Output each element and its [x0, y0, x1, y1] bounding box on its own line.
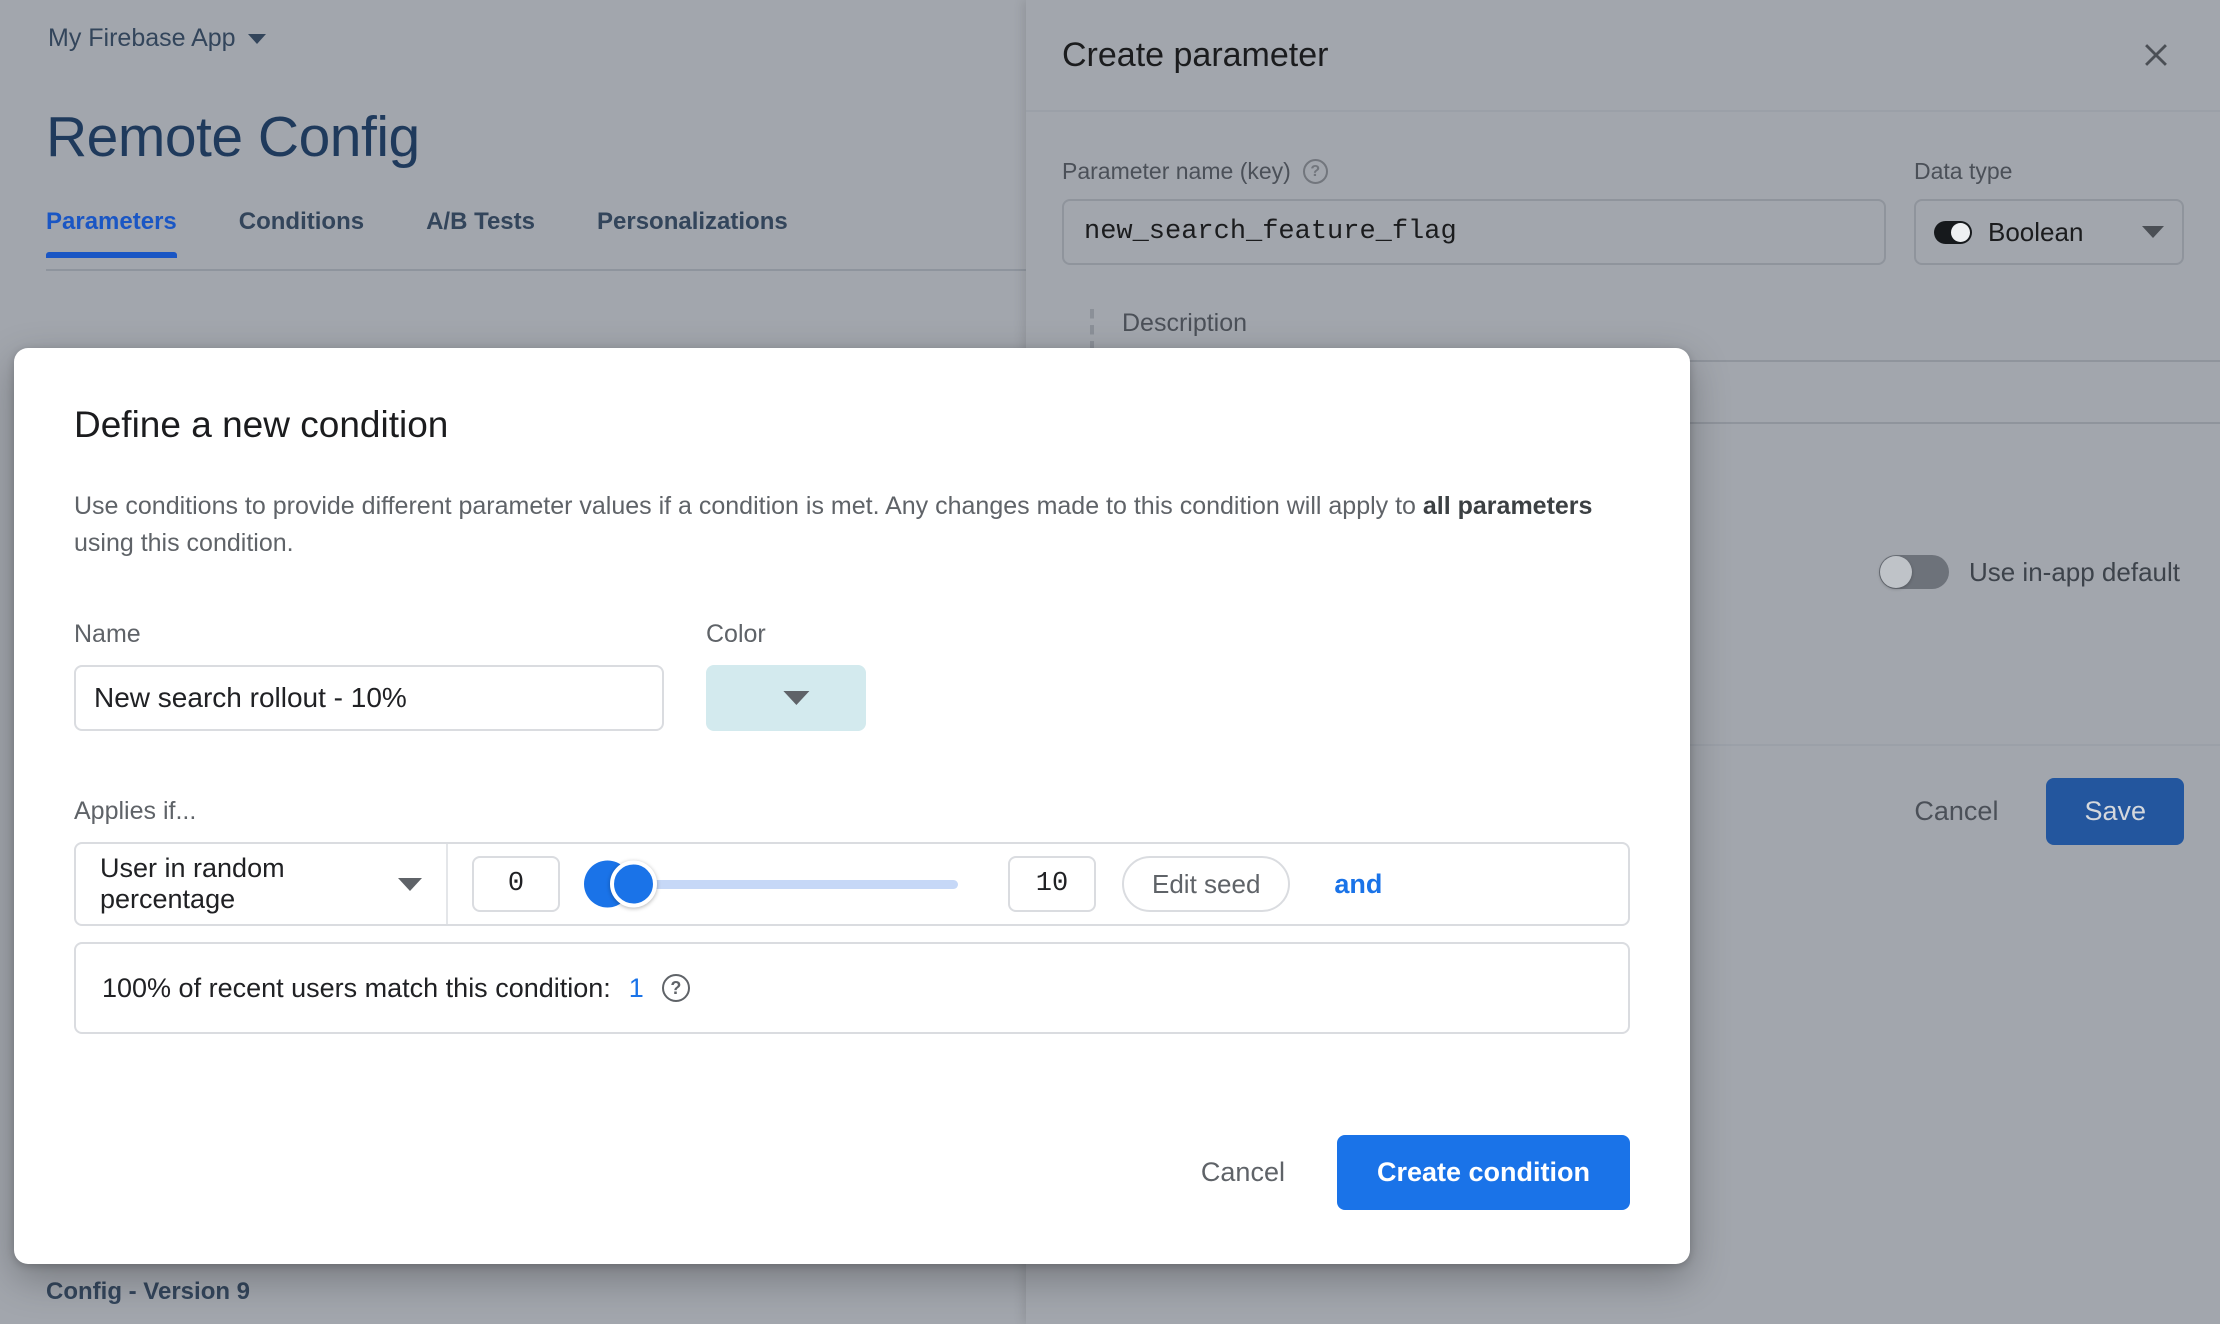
condition-type-value: User in random percentage — [100, 853, 285, 914]
dialog-description-bold: all parameters — [1422, 492, 1593, 520]
range-max-input[interactable]: 10 — [1008, 856, 1096, 912]
match-summary-row: 100% of recent users match this conditio… — [74, 942, 1630, 1034]
dialog-fields: Name New search rollout - 10% Color — [74, 620, 1630, 731]
dialog-description-part1: Use conditions to provide different para… — [74, 492, 1423, 520]
condition-name-label: Name — [74, 620, 141, 648]
condition-name-input[interactable]: New search rollout - 10% — [74, 665, 664, 731]
condition-builder-row: User in random percentage 0 10 Edit seed… — [74, 842, 1630, 926]
match-summary-text: 100% of recent users match this conditio… — [102, 972, 611, 1003]
dialog-cancel-button[interactable]: Cancel — [1177, 1139, 1309, 1206]
percentage-range-slider[interactable] — [584, 856, 958, 912]
applies-if-label: Applies if... — [74, 797, 197, 825]
condition-type-select[interactable]: User in random percentage — [76, 844, 448, 924]
range-min-input[interactable]: 0 — [472, 856, 560, 912]
match-count[interactable]: 1 — [629, 973, 644, 1004]
condition-color-label: Color — [706, 620, 766, 648]
chevron-down-icon — [398, 877, 422, 891]
dialog-description: Use conditions to provide different para… — [74, 488, 1604, 562]
edit-seed-button[interactable]: Edit seed — [1122, 856, 1291, 912]
create-condition-button[interactable]: Create condition — [1336, 1135, 1630, 1210]
dialog-actions: Cancel Create condition — [1177, 1135, 1630, 1210]
chevron-down-icon — [783, 691, 810, 705]
help-icon[interactable]: ? — [661, 974, 690, 1002]
dialog-title: Define a new condition — [74, 404, 449, 445]
dialog-description-part2: using this condition. — [74, 529, 294, 557]
slider-thumb-max[interactable] — [610, 860, 657, 908]
define-condition-dialog: Define a new condition Use conditions to… — [14, 348, 1690, 1264]
condition-name-group: Name New search rollout - 10% — [74, 620, 664, 731]
condition-color-select[interactable] — [706, 665, 866, 731]
app-root: My Firebase App Remote Config Parameters… — [0, 0, 2220, 1324]
condition-color-group: Color — [706, 620, 866, 731]
and-link[interactable]: and — [1334, 869, 1382, 900]
